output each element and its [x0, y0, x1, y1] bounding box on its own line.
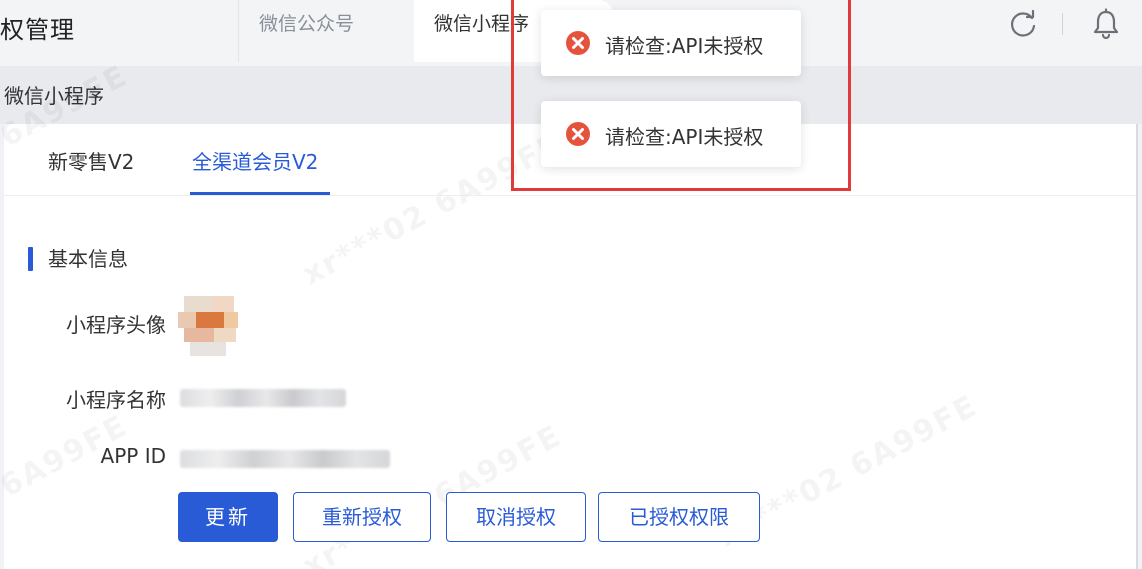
page-title: 权管理	[0, 16, 75, 44]
annotation-highlight-box	[511, 0, 851, 191]
appid-value-redacted	[180, 450, 390, 468]
tab-omnichannel-member-v2[interactable]: 全渠道会员V2	[192, 146, 318, 175]
refresh-icon[interactable]	[1008, 9, 1038, 39]
mini-program-avatar	[178, 296, 242, 360]
update-button[interactable]: 更新	[178, 492, 278, 542]
active-tab-indicator	[190, 192, 330, 195]
bell-icon[interactable]	[1090, 8, 1122, 40]
tab-wechat-official-account[interactable]: 微信公众号	[238, 0, 374, 62]
appid-label: APP ID	[100, 444, 166, 468]
cancel-authorization-button[interactable]: 取消授权	[446, 492, 586, 542]
toolbar-divider	[1062, 13, 1063, 35]
reauthorize-button[interactable]: 重新授权	[293, 492, 431, 542]
tab-new-retail-v2[interactable]: 新零售V2	[48, 146, 134, 175]
avatar-label: 小程序头像	[66, 313, 166, 337]
authorized-permissions-button[interactable]: 已授权权限	[598, 492, 760, 542]
mini-program-name-redacted	[180, 389, 346, 407]
section-title-basic-info: 基本信息	[28, 246, 128, 272]
name-label: 小程序名称	[66, 388, 166, 412]
top-right-tools	[992, 0, 1142, 50]
watermark: xr***02 6A99FE	[0, 408, 134, 569]
